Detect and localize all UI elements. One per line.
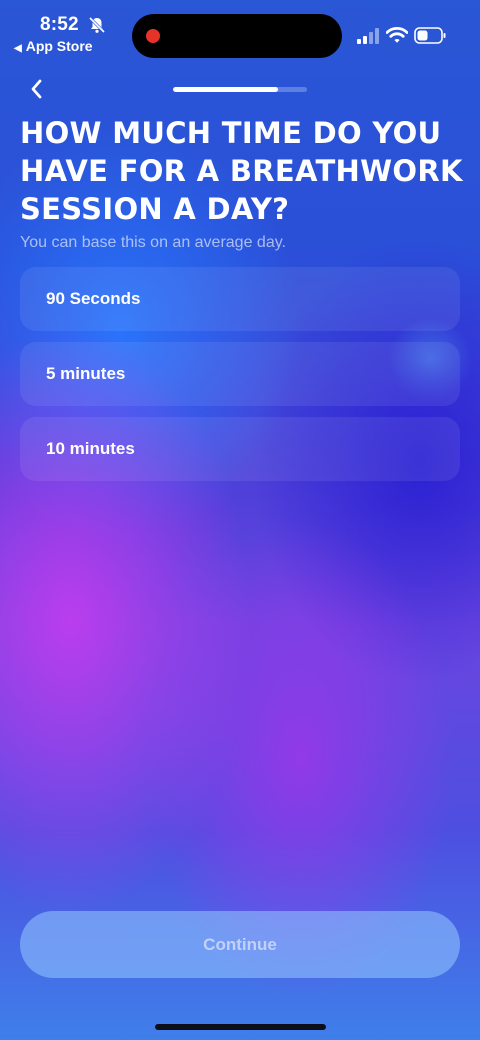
- back-to-app-store[interactable]: ◀ App Store: [14, 38, 93, 54]
- question-subtitle: You can base this on an average day.: [20, 234, 286, 251]
- back-triangle-icon: ◀: [14, 43, 22, 54]
- progress-bar: [173, 87, 307, 92]
- option-90-seconds[interactable]: 90 Seconds: [20, 267, 460, 331]
- continue-button[interactable]: Continue: [20, 911, 460, 978]
- back-button[interactable]: [22, 74, 52, 104]
- dynamic-island: [132, 14, 342, 58]
- status-time: 8:52: [40, 14, 79, 35]
- wifi-icon: [386, 26, 408, 43]
- option-5-minutes[interactable]: 5 minutes: [20, 342, 460, 406]
- status-bar: 8:52 ◀ App Store: [0, 0, 480, 64]
- back-app-label: App Store: [25, 38, 93, 54]
- recording-indicator-icon: [146, 29, 160, 43]
- chevron-left-icon: [31, 79, 42, 99]
- question-title: How much time do you have for a breathwo…: [20, 116, 463, 226]
- option-10-minutes[interactable]: 10 minutes: [20, 417, 460, 481]
- bell-slash-icon: [88, 16, 106, 34]
- signal-icon: [357, 28, 379, 44]
- progress-fill: [173, 87, 278, 92]
- options-list: 90 Seconds 5 minutes 10 minutes: [20, 267, 460, 492]
- home-indicator[interactable]: [155, 1024, 326, 1030]
- battery-icon: [414, 27, 446, 44]
